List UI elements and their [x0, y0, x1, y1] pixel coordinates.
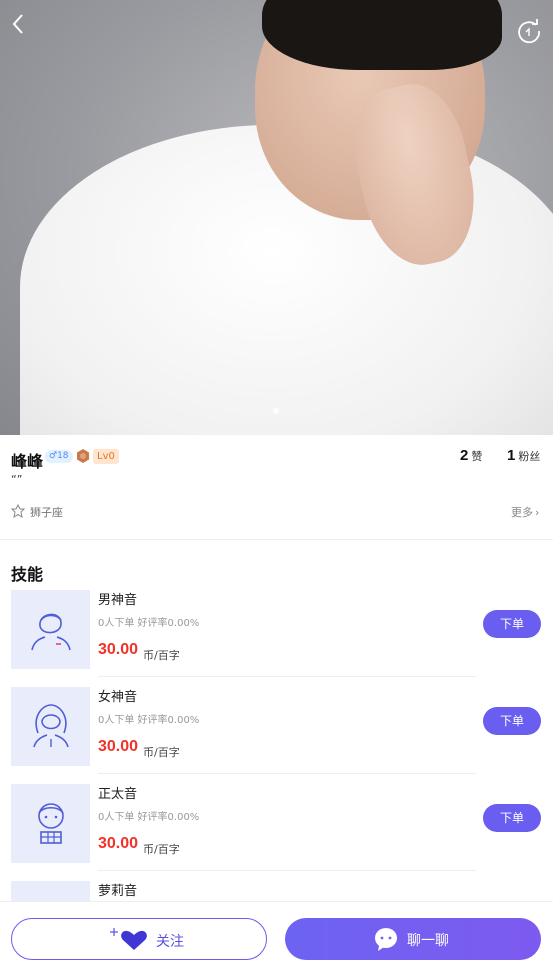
- user-name: 峰峰: [11, 454, 44, 471]
- skill-name: 女神音: [98, 690, 138, 705]
- skills-title: 技能: [11, 567, 44, 584]
- follow-button[interactable]: 关注: [11, 918, 267, 960]
- chat-button[interactable]: 聊一聊: [285, 918, 541, 960]
- medal-icon: [77, 449, 89, 463]
- photo-hair: [262, 0, 502, 70]
- chat-bubble-icon: [375, 928, 397, 951]
- section-divider: [0, 539, 553, 540]
- likes-count: 2: [460, 447, 469, 464]
- skill-thumbnail: [11, 687, 90, 766]
- skill-item[interactable]: 男神音 0人下单 好评率0.00% 30.00 币/百字 下单: [0, 590, 553, 687]
- level-badge: Lv0: [93, 449, 119, 464]
- skill-meta: 0人下单 好评率0.00%: [98, 715, 200, 726]
- skill-name: 正太音: [98, 787, 138, 802]
- refresh-icon: [518, 19, 540, 44]
- order-button[interactable]: 下单: [483, 804, 541, 832]
- skill-price: 30.00: [98, 641, 139, 658]
- skill-unit: 币/百字: [143, 649, 180, 662]
- refresh-button[interactable]: [515, 17, 543, 45]
- likes-label: 赞: [471, 451, 483, 463]
- skill-name: 萝莉音: [98, 884, 138, 899]
- more-link[interactable]: 更多 ›: [511, 504, 539, 520]
- male-avatar-icon: [31, 613, 71, 651]
- more-label: 更多: [511, 506, 533, 519]
- order-button[interactable]: 下单: [483, 610, 541, 638]
- chat-label: 聊一聊: [407, 933, 449, 949]
- fans-label: 粉丝: [518, 451, 541, 463]
- row-divider: [98, 870, 476, 871]
- skill-unit: 币/百字: [143, 746, 180, 759]
- zodiac-star-icon: [11, 504, 25, 518]
- fans-stat: 1 粉丝: [507, 447, 540, 465]
- boy-avatar-icon: [38, 803, 64, 844]
- gender-age-badge: ♂18: [45, 450, 73, 463]
- row-divider: [98, 676, 476, 677]
- skill-thumbnail: [11, 590, 90, 669]
- chevron-left-icon: [12, 14, 23, 34]
- back-button[interactable]: [6, 10, 34, 38]
- likes-stat: 2赞: [460, 447, 482, 465]
- skill-item[interactable]: 正太音 0人下单 好评率0.00% 30.00 币/百字 下单: [0, 784, 553, 881]
- heart-plus-icon: [110, 928, 147, 950]
- chevron-right-icon: ›: [535, 506, 540, 519]
- signature-text: “”: [11, 473, 23, 486]
- skill-thumbnail: [11, 784, 90, 863]
- bottom-action-bar: 关注 聊一聊: [0, 901, 553, 973]
- row-divider: [98, 773, 476, 774]
- skill-price: 30.00: [98, 835, 139, 852]
- order-button[interactable]: 下单: [483, 707, 541, 735]
- follow-label: 关注: [156, 934, 184, 950]
- skill-meta: 0人下单 好评率0.00%: [98, 812, 200, 823]
- skill-item[interactable]: 女神音 0人下单 好评率0.00% 30.00 币/百字 下单: [0, 687, 553, 784]
- skill-name: 男神音: [98, 593, 138, 608]
- zodiac-label: 狮子座: [30, 506, 63, 519]
- profile-photo[interactable]: [0, 0, 553, 435]
- profile-info: 峰峰 ♂18 Lv0 2赞 1 粉丝 “” 狮子座 更多 ›: [0, 435, 553, 539]
- photo-page-indicator: [273, 408, 279, 414]
- skill-unit: 币/百字: [143, 843, 180, 856]
- fans-count: 1: [507, 447, 516, 464]
- skill-meta: 0人下单 好评率0.00%: [98, 618, 200, 629]
- female-avatar-icon: [33, 704, 69, 748]
- skill-price: 30.00: [98, 738, 139, 755]
